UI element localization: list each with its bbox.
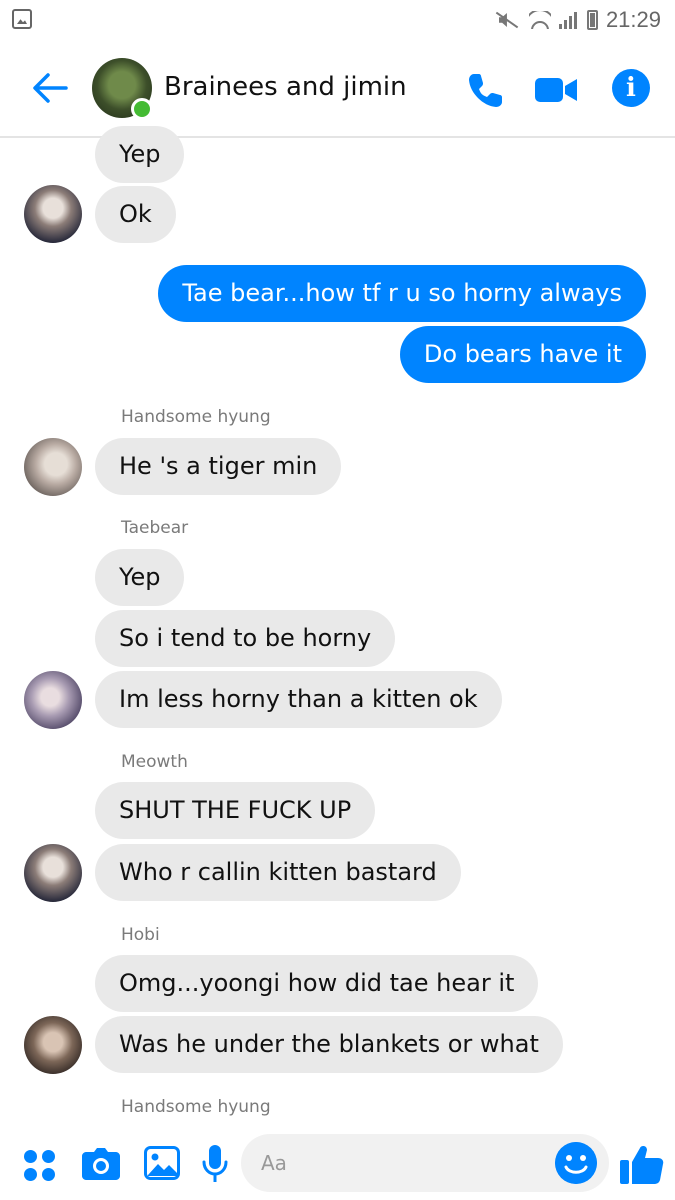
chat-header: Brainees and jimin i [0, 40, 675, 138]
online-status-dot [131, 98, 153, 120]
mute-icon [491, 11, 521, 29]
sender-name: Handsome hyung [121, 407, 271, 427]
info-icon[interactable]: i [612, 69, 650, 107]
photo-icon[interactable] [144, 1146, 180, 1180]
back-arrow-icon[interactable] [30, 68, 70, 108]
gallery-icon [12, 9, 32, 29]
battery-icon [586, 10, 598, 30]
signal-icon [558, 11, 579, 29]
sender-name: Taebear [121, 518, 189, 538]
microphone-icon[interactable] [202, 1144, 228, 1184]
thumbs-up-icon[interactable] [620, 1142, 664, 1186]
composer-bar: Aa [0, 1128, 675, 1200]
status-bar: 21:29 [0, 0, 675, 40]
sender-name: Handsome hyung [121, 1097, 271, 1117]
apps-icon[interactable] [24, 1150, 56, 1182]
avatar[interactable] [24, 438, 82, 496]
phone-icon[interactable] [466, 70, 506, 110]
camera-icon[interactable] [82, 1148, 120, 1180]
message-bubble[interactable]: Ok [95, 186, 176, 243]
message-bubble[interactable]: Was he under the blankets or what [95, 1016, 563, 1073]
status-icons: 21:29 [491, 6, 661, 34]
message-input[interactable]: Aa [241, 1134, 609, 1192]
sender-name: Meowth [121, 752, 188, 772]
message-bubble[interactable]: Yep [95, 126, 185, 183]
message-bubble[interactable]: Omg...yoongi how did tae hear it [95, 955, 539, 1012]
message-bubble[interactable]: So i tend to be horny [95, 610, 396, 667]
avatar[interactable] [24, 671, 82, 729]
message-input-placeholder: Aa [261, 1151, 287, 1175]
emoji-icon[interactable] [555, 1142, 597, 1184]
wifi-icon [528, 11, 551, 29]
message-bubble[interactable]: Im less horny than a kitten ok [95, 671, 502, 728]
avatar[interactable] [24, 185, 82, 243]
message-bubble-sent[interactable]: Do bears have it [399, 326, 646, 383]
message-bubble-sent[interactable]: Tae bear...how tf r u so horny always [158, 265, 646, 322]
chat-title[interactable]: Brainees and jimin [164, 72, 407, 102]
message-bubble[interactable]: Yep [95, 549, 185, 606]
message-bubble[interactable]: SHUT THE FUCK UP [95, 782, 376, 839]
avatar[interactable] [24, 844, 82, 902]
avatar[interactable] [24, 1016, 82, 1074]
message-bubble[interactable]: Who r callin kitten bastard [95, 844, 461, 901]
video-camera-icon[interactable] [535, 76, 577, 104]
sender-name: Hobi [121, 925, 160, 945]
status-time: 21:29 [605, 7, 661, 32]
message-bubble[interactable]: He 's a tiger min [95, 438, 342, 495]
